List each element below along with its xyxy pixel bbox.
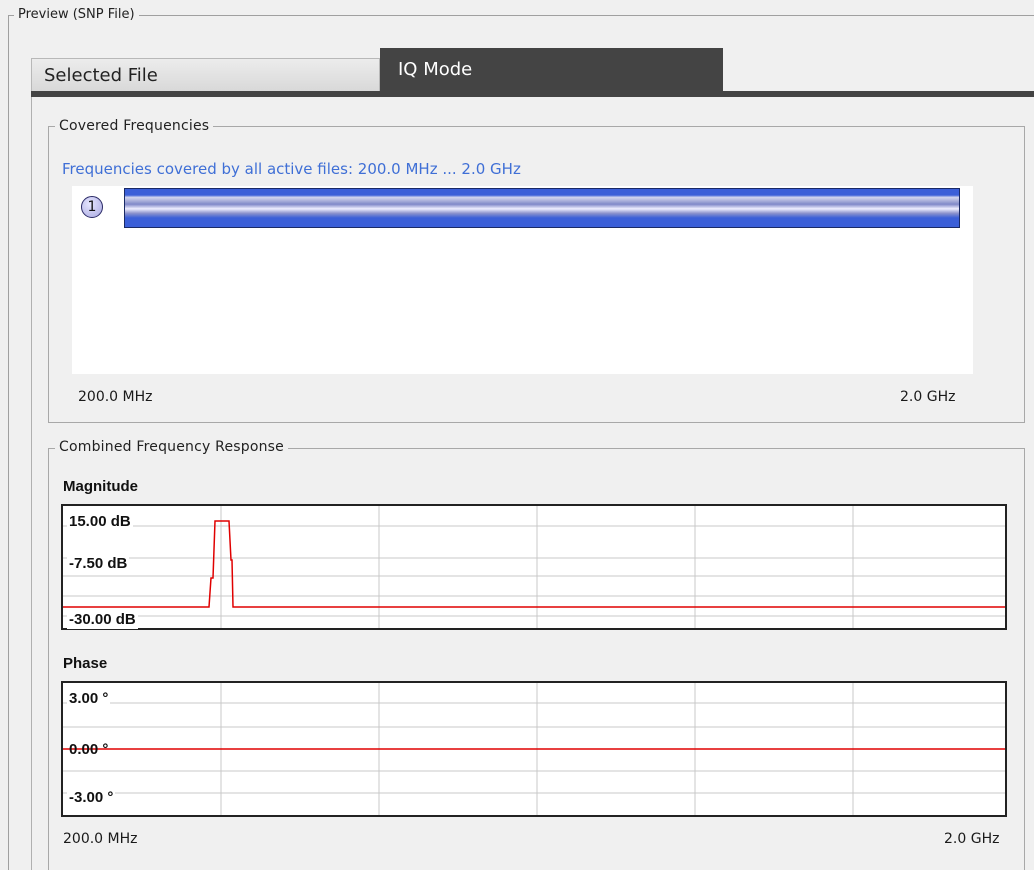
magnitude-plot-canvas [63,506,1005,628]
magnitude-label: Magnitude [63,478,138,495]
phase-plot: 3.00 ° 0.00 ° -3.00 ° [61,681,1007,817]
phase-tick-min: -3.00 ° [67,789,116,807]
preview-frame-top [8,15,1034,16]
covered-frequencies-info: Frequencies covered by all active files:… [62,160,521,178]
response-axis-start-label: 200.0 MHz [63,831,138,847]
phase-tick-max: 3.00 ° [67,690,111,708]
tab-iq-mode[interactable]: IQ Mode [380,48,723,92]
magnitude-grid [63,506,1005,628]
phase-label: Phase [63,655,108,672]
file-number-badge: 1 [81,196,103,218]
combined-response-title: Combined Frequency Response [55,439,288,455]
magnitude-tick-min: -30.00 dB [67,611,138,629]
covered-frequencies-title: Covered Frequencies [55,118,214,134]
magnitude-tick-max: 15.00 dB [67,513,133,531]
tab-panel-border [31,97,32,870]
preview-title: Preview (SNP File) [14,7,139,23]
magnitude-plot: 15.00 dB -7.50 dB -30.00 dB [61,504,1007,630]
coverage-axis-start-label: 200.0 MHz [78,389,153,405]
preview-frame-left [8,15,9,870]
tab-selected-file[interactable]: Selected File [31,58,380,92]
phase-tick-mid: 0.00 ° [69,741,109,758]
tab-bar-underline [31,91,1034,97]
magnitude-trace [63,520,1005,608]
phase-plot-canvas [63,683,1005,815]
magnitude-tick-mid: -7.50 dB [67,555,130,573]
file-coverage-bar [124,188,960,228]
response-axis-end-label: 2.0 GHz [944,831,1000,847]
coverage-axis-end-label: 2.0 GHz [900,389,956,405]
